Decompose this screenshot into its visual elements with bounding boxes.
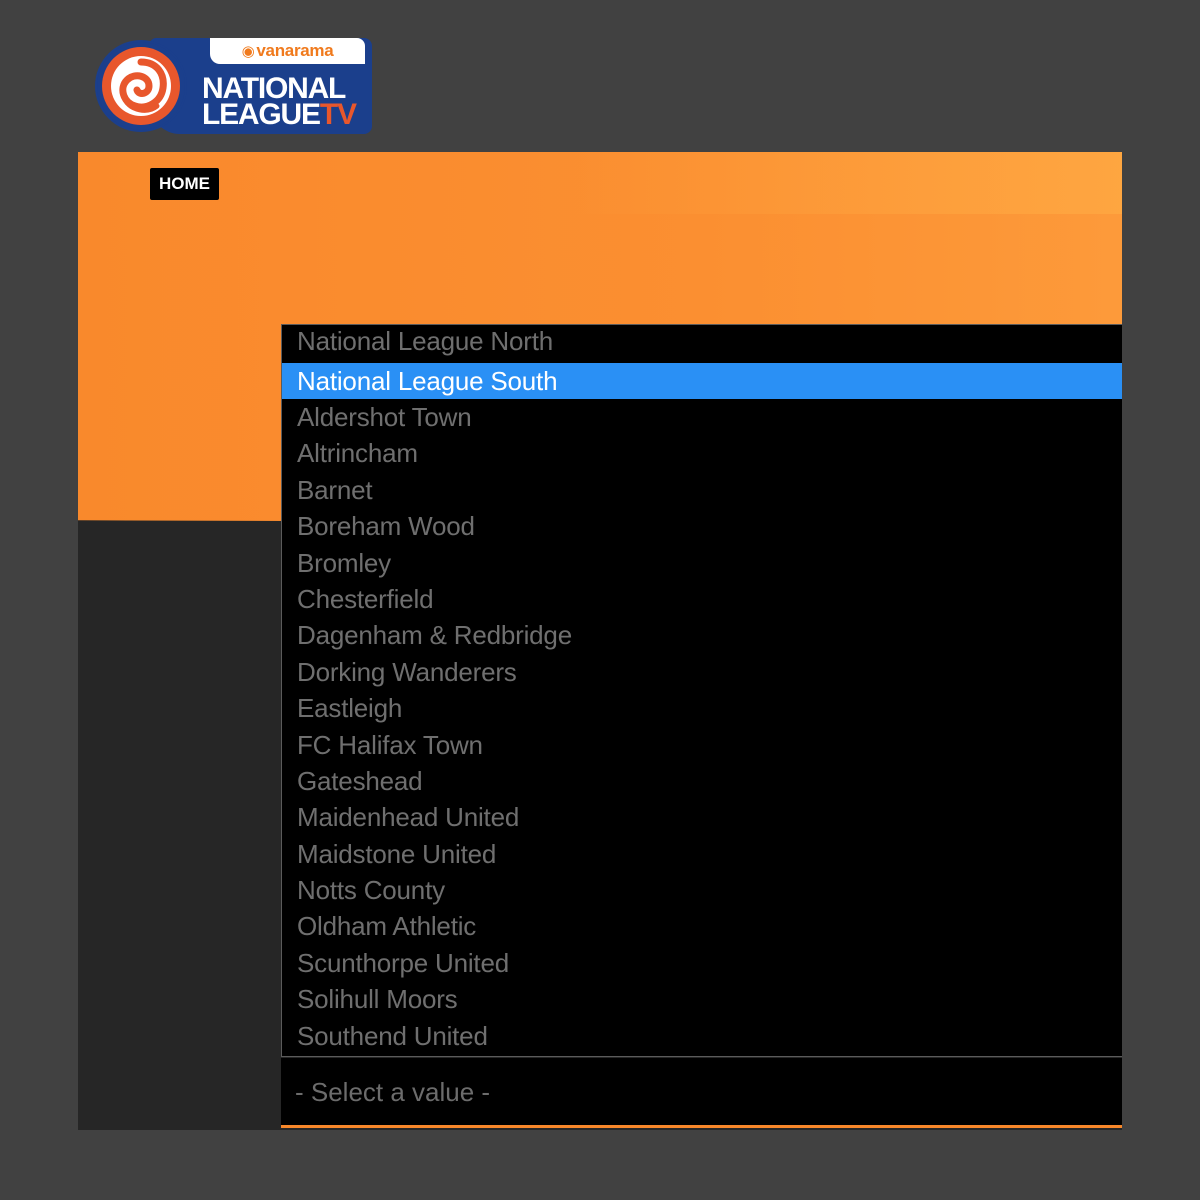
main-panel: HOME National League North National Leag…	[78, 152, 1122, 1130]
dropdown-option[interactable]: FC Halifax Town	[282, 727, 1122, 763]
dropdown-option[interactable]: Eastleigh	[282, 690, 1122, 726]
dropdown-option[interactable]: Notts County	[282, 872, 1122, 908]
dropdown-option[interactable]: Oldham Athletic	[282, 908, 1122, 944]
home-button[interactable]: HOME	[150, 168, 219, 200]
team-select-field[interactable]: - Select a value -	[281, 1058, 1122, 1128]
site-logo[interactable]: ◉ vanarama NATIONAL LEAGUETV	[95, 38, 375, 138]
dropdown-option[interactable]: Altrincham	[282, 435, 1122, 471]
dropdown-option[interactable]: Chesterfield	[282, 581, 1122, 617]
dropdown-option[interactable]: Maidstone United	[282, 836, 1122, 872]
banner-highlight	[558, 152, 1122, 214]
dropdown-option[interactable]: Southend United	[282, 1018, 1122, 1054]
rose-icon	[95, 40, 187, 132]
dropdown-option[interactable]: Aldershot Town	[282, 399, 1122, 435]
dropdown-option[interactable]: Dorking Wanderers	[282, 654, 1122, 690]
dropdown-option[interactable]: Gateshead	[282, 763, 1122, 799]
sponsor-label: ◉ vanarama	[210, 38, 365, 64]
dropdown-option[interactable]: Barnet	[282, 472, 1122, 508]
dropdown-option[interactable]: Scunthorpe United	[282, 945, 1122, 981]
dropdown-option[interactable]: Solihull Moors	[282, 981, 1122, 1017]
logo-text-leaguetv: LEAGUETV	[202, 98, 357, 131]
dropdown-option[interactable]: Boreham Wood	[282, 508, 1122, 544]
dropdown-option-highlighted[interactable]: National League South	[282, 363, 1122, 399]
dropdown-option[interactable]: National League North	[282, 325, 1122, 363]
dropdown-option[interactable]: Bromley	[282, 545, 1122, 581]
dropdown-option[interactable]: Dagenham & Redbridge	[282, 617, 1122, 653]
dropdown-listbox[interactable]: National League North National League So…	[281, 324, 1122, 1057]
dropdown-option[interactable]: Maidenhead United	[282, 799, 1122, 835]
